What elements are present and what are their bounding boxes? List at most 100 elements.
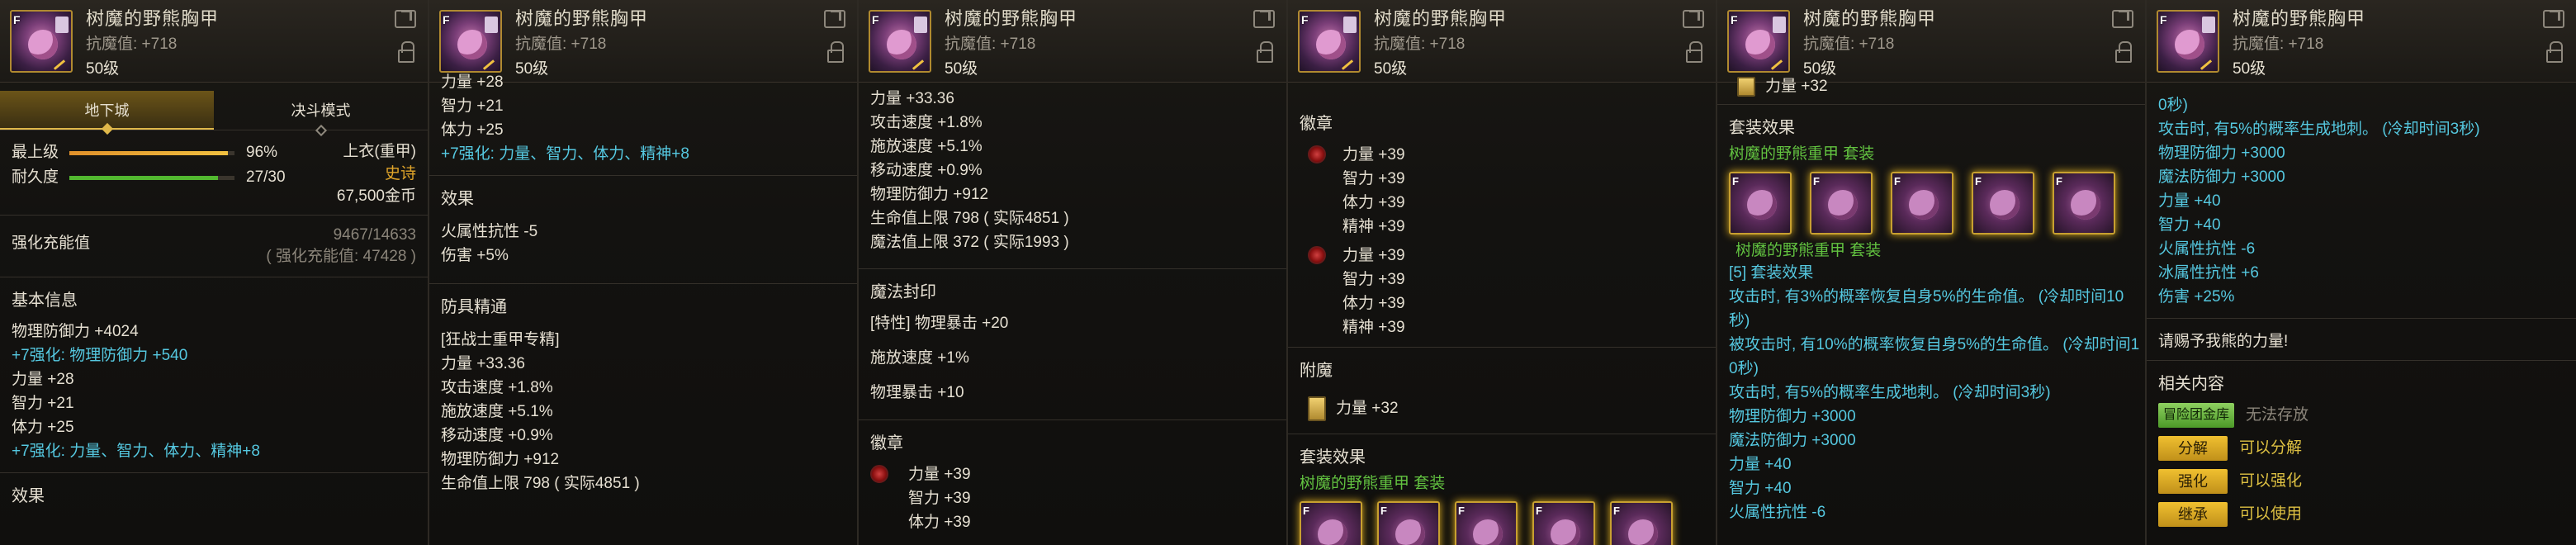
set-item-icon[interactable]: F bbox=[1891, 172, 1953, 235]
share-icon[interactable] bbox=[1683, 10, 1704, 28]
tooltip-panel-4: F 树魔的野熊胸甲 抗魔值: +718 50级 徽章 力量 +39 智力 +39… bbox=[1288, 0, 1717, 545]
charge-value: 9467/14633 bbox=[333, 226, 416, 244]
item-resist: 抗魔值: +718 bbox=[945, 36, 1036, 53]
grade-value: 96% bbox=[246, 143, 278, 161]
set-item-icon[interactable]: F bbox=[1377, 501, 1440, 545]
grade-bar bbox=[69, 150, 234, 155]
item-icon: F bbox=[10, 10, 73, 73]
mode-tabs: 地下城 决斗模式 bbox=[0, 91, 428, 137]
item-name: 树魔的野熊胸甲 bbox=[515, 8, 649, 29]
tooltip-panel-3: F 树魔的野熊胸甲 抗魔值: +718 50级 力量 +33.36 攻击速度 +… bbox=[859, 0, 1288, 545]
share-icon[interactable] bbox=[2543, 10, 2564, 28]
refine-line: 施放速度 +5.1% bbox=[870, 138, 983, 155]
set-line: 伤害 +25% bbox=[2158, 288, 2235, 306]
effect-line: 伤害 +5% bbox=[441, 247, 509, 264]
lock-icon[interactable] bbox=[2115, 41, 2132, 63]
item-price: 67,500金币 bbox=[336, 187, 416, 205]
item-name: 树魔的野熊胸甲 bbox=[945, 8, 1078, 29]
seal-line: 物理暴击 +10 bbox=[870, 384, 964, 401]
tab-dungeon[interactable]: 地下城 bbox=[0, 91, 214, 135]
basic-info-title: 基本信息 bbox=[12, 291, 78, 310]
enchant-card-icon bbox=[1737, 77, 1755, 97]
lock-icon[interactable] bbox=[827, 41, 844, 63]
item-name: 树魔的野熊胸甲 bbox=[1374, 8, 1508, 29]
share-icon[interactable] bbox=[395, 10, 416, 28]
enhance-button[interactable]: 强化 bbox=[2158, 469, 2228, 494]
share-icon[interactable] bbox=[1253, 10, 1275, 28]
share-icon[interactable] bbox=[2112, 10, 2133, 28]
item-icon: F bbox=[1298, 10, 1361, 73]
item-level: 50级 bbox=[86, 60, 120, 78]
tooltip-panel-2: F 树魔的野熊胸甲 抗魔值: +718 50级 力量 +28 智力 +21 体力… bbox=[429, 0, 859, 545]
stat-line: +7强化: 力量、智力、体力、精神+8 bbox=[441, 145, 689, 163]
item-header: F 树魔的野熊胸甲 抗魔值: +718 50级 bbox=[429, 0, 857, 83]
stat-line: +7强化: 力量、智力、体力、精神+8 bbox=[12, 443, 260, 460]
refine-line: 物理防御力 +912 bbox=[441, 451, 560, 468]
set-count: [5] 套装效果 bbox=[1729, 264, 1814, 282]
refine-line: 力量 +33.36 bbox=[441, 355, 525, 372]
item-name: 树魔的野熊胸甲 bbox=[1803, 8, 1937, 29]
set-item-icon[interactable]: F bbox=[1729, 172, 1792, 235]
item-header: F 树魔的野熊胸甲 抗魔值: +718 50级 bbox=[0, 0, 428, 83]
item-icon: F bbox=[2157, 10, 2219, 73]
set-name: 树魔的野熊重甲 套装 bbox=[1729, 145, 1875, 163]
item-icon: F bbox=[1727, 10, 1790, 73]
tooltip-panel-6: F 树魔的野熊胸甲 抗魔值: +718 50级 0秒) 攻击时, 有5%的概率生… bbox=[2147, 0, 2576, 545]
lock-icon[interactable] bbox=[1257, 41, 1273, 63]
set-item-icon[interactable]: F bbox=[1972, 172, 2034, 235]
set-line: 攻击时, 有3%的概率恢复自身5%的生命值。 (冷却时间10 bbox=[1729, 288, 2124, 306]
set-effect-title: 套装效果 bbox=[1729, 119, 1795, 137]
set-item-icon[interactable]: F bbox=[1300, 501, 1362, 545]
related-title: 相关内容 bbox=[2158, 375, 2224, 393]
item-level: 50级 bbox=[945, 60, 978, 78]
refine-line: 力量 +33.36 bbox=[870, 90, 954, 107]
emblem-line: 体力 +39 bbox=[1342, 295, 1405, 312]
set-item-icon[interactable]: F bbox=[1610, 501, 1673, 545]
effect-line: 火属性抗性 -5 bbox=[441, 223, 538, 240]
emblem-line: 体力 +39 bbox=[1342, 194, 1405, 211]
tab-duel[interactable]: 决斗模式 bbox=[214, 91, 428, 137]
refine-line: 移动速度 +0.9% bbox=[870, 162, 983, 179]
lock-icon[interactable] bbox=[2546, 41, 2563, 63]
set-line: 物理防御力 +3000 bbox=[2158, 145, 2285, 162]
adventure-vault-button[interactable]: 冒险团金库 bbox=[2158, 403, 2234, 428]
set-item-icon[interactable]: F bbox=[1455, 501, 1518, 545]
enchant-line: 力量 +32 bbox=[1765, 77, 1828, 95]
refine-line: 攻击速度 +1.8% bbox=[870, 114, 983, 131]
refine-subtitle: [狂战士重甲专精] bbox=[441, 331, 560, 348]
set-line: 秒) bbox=[1729, 312, 1750, 329]
lock-icon[interactable] bbox=[1686, 41, 1702, 63]
enchant-line: 力量 +32 bbox=[1336, 399, 1399, 417]
set-line: 智力 +40 bbox=[2158, 216, 2221, 234]
emblem-line: 智力 +39 bbox=[1342, 271, 1405, 288]
tooltip-panel-5: F 树魔的野熊胸甲 抗魔值: +718 50级 力量 +32 套装效果 树魔的野… bbox=[1717, 0, 2147, 545]
set-name: 树魔的野熊重甲 套装 bbox=[1300, 475, 1446, 492]
disassemble-button[interactable]: 分解 bbox=[2158, 436, 2228, 461]
item-header: F 树魔的野熊胸甲 抗魔值: +718 50级 bbox=[1717, 0, 2145, 83]
item-slot: 上衣(重甲) bbox=[343, 143, 416, 160]
tooltip-panel-1: F 树魔的野熊胸甲 抗魔值: +718 50级 地下城 决斗模式 最上级 96%… bbox=[0, 0, 429, 545]
emblem-line: 力量 +39 bbox=[1342, 146, 1405, 164]
refine-line: 移动速度 +0.9% bbox=[441, 427, 553, 444]
magic-seal-title: 魔法封印 bbox=[870, 283, 936, 301]
refine-line: 施放速度 +5.1% bbox=[441, 403, 553, 420]
set-line: 物理防御力 +3000 bbox=[1729, 408, 1856, 425]
related-row: 冒险团金库 无法存放 bbox=[2158, 399, 2564, 432]
share-icon[interactable] bbox=[824, 10, 845, 28]
set-item-icon[interactable]: F bbox=[1532, 501, 1595, 545]
durability-value: 27/30 bbox=[246, 168, 286, 186]
set-line: 冰属性抗性 +6 bbox=[2158, 264, 2259, 282]
lock-icon[interactable] bbox=[398, 41, 414, 63]
set-item-icon[interactable]: F bbox=[1810, 172, 1873, 235]
set-effect-title: 套装效果 bbox=[1300, 448, 1366, 467]
emblem-line: 精神 +39 bbox=[1342, 319, 1405, 336]
set-line: 0秒) bbox=[1729, 360, 1759, 377]
refine-line: 物理防御力 +912 bbox=[870, 186, 989, 203]
durability-bar bbox=[69, 175, 234, 180]
inherit-button[interactable]: 继承 bbox=[2158, 502, 2228, 527]
emblem-line: 体力 +39 bbox=[908, 514, 971, 531]
stat-line: 力量 +28 bbox=[441, 73, 504, 91]
set-line: 智力 +40 bbox=[1729, 480, 1792, 497]
stat-line: +7强化: 物理防御力 +540 bbox=[12, 347, 188, 364]
set-item-icon[interactable]: F bbox=[2053, 172, 2115, 235]
